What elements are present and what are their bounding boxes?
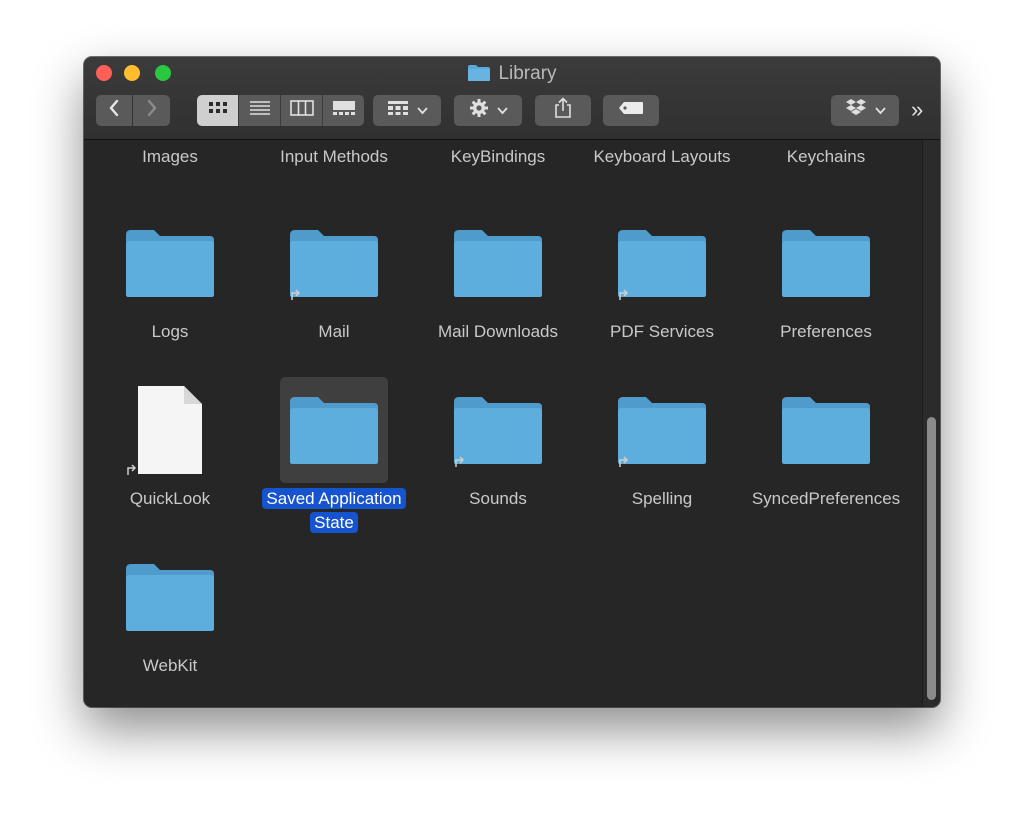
window-title: Library	[84, 62, 940, 89]
folder-item-syncedpreferences[interactable]: SyncedPreferences	[746, 377, 906, 537]
toolbar-overflow-button[interactable]: »	[911, 97, 923, 123]
share-icon	[554, 97, 572, 124]
folder-icon	[123, 544, 217, 650]
folder-icon	[280, 377, 388, 483]
tags-button[interactable]	[603, 95, 659, 126]
group-by-button[interactable]	[373, 95, 441, 126]
folder-item-mail-downloads[interactable]: Mail Downloads	[418, 210, 578, 370]
item-label-text: Saved Application State	[262, 488, 406, 533]
item-label-selected: Saved Application State	[249, 487, 419, 535]
chevron-down-icon	[874, 102, 886, 120]
back-button[interactable]	[96, 95, 132, 126]
folder-icon	[467, 64, 491, 89]
item-label: Spelling	[631, 489, 693, 508]
folder-item-spelling[interactable]: Spelling	[582, 377, 742, 537]
share-button[interactable]	[535, 95, 591, 126]
grid-icon	[387, 100, 409, 121]
item-label: SyncedPreferences	[751, 489, 901, 508]
item-label: Logs	[151, 322, 189, 341]
chevron-down-icon	[496, 102, 508, 120]
column-view-button[interactable]	[281, 95, 323, 126]
grid-icon	[208, 101, 228, 120]
titlebar: Library »	[84, 57, 940, 140]
chevron-right-icon	[146, 99, 158, 122]
view-mode-control	[197, 95, 364, 126]
finder-window: Library » Images Input Methods KeyBindin…	[84, 57, 940, 707]
folder-icon	[779, 377, 873, 483]
item-label[interactable]: KeyBindings	[418, 145, 578, 169]
scrollbar-thumb[interactable]	[927, 417, 936, 700]
dropbox-button[interactable]	[831, 95, 899, 126]
folder-icon	[451, 210, 545, 316]
tag-icon	[618, 101, 644, 120]
list-icon	[249, 100, 271, 121]
item-label[interactable]: Input Methods	[254, 145, 414, 169]
gallery-icon	[332, 100, 356, 121]
list-view-button[interactable]	[239, 95, 281, 126]
item-label: PDF Services	[610, 322, 714, 341]
chevron-left-icon	[108, 99, 120, 122]
columns-icon	[289, 100, 314, 121]
icon-view: Images Input Methods KeyBindings Keyboar…	[84, 140, 940, 707]
folder-item-mail[interactable]: Mail	[254, 210, 414, 370]
chevron-down-icon	[416, 102, 428, 120]
folder-item-saved-application-state[interactable]: Saved Application State	[254, 377, 414, 537]
icon-view-button[interactable]	[197, 95, 239, 126]
item-label[interactable]: Keyboard Layouts	[582, 145, 742, 169]
window-title-text: Library	[498, 63, 557, 84]
folder-item-webkit[interactable]: WebKit	[90, 544, 250, 704]
folder-item-preferences[interactable]: Preferences	[746, 210, 906, 370]
folder-item-logs[interactable]: Logs	[90, 210, 250, 370]
gear-icon	[469, 98, 489, 123]
item-label: QuickLook	[129, 489, 211, 508]
item-label: WebKit	[142, 656, 198, 675]
dropbox-icon	[845, 98, 867, 123]
item-label[interactable]: Keychains	[746, 145, 906, 169]
gallery-view-button[interactable]	[323, 95, 364, 126]
folder-item-sounds[interactable]: Sounds	[418, 377, 578, 537]
action-button[interactable]	[454, 95, 522, 126]
folder-icon	[779, 210, 873, 316]
item-label: Preferences	[780, 322, 872, 341]
item-label: Mail Downloads	[438, 322, 558, 341]
item-label: Mail	[318, 322, 350, 341]
folder-item-pdf-services[interactable]: PDF Services	[582, 210, 742, 370]
folder-icon	[123, 210, 217, 316]
forward-button[interactable]	[133, 95, 170, 126]
item-label[interactable]: Images	[90, 145, 250, 169]
file-item-quicklook[interactable]: QuickLook	[90, 377, 250, 537]
item-label: Sounds	[469, 489, 527, 508]
